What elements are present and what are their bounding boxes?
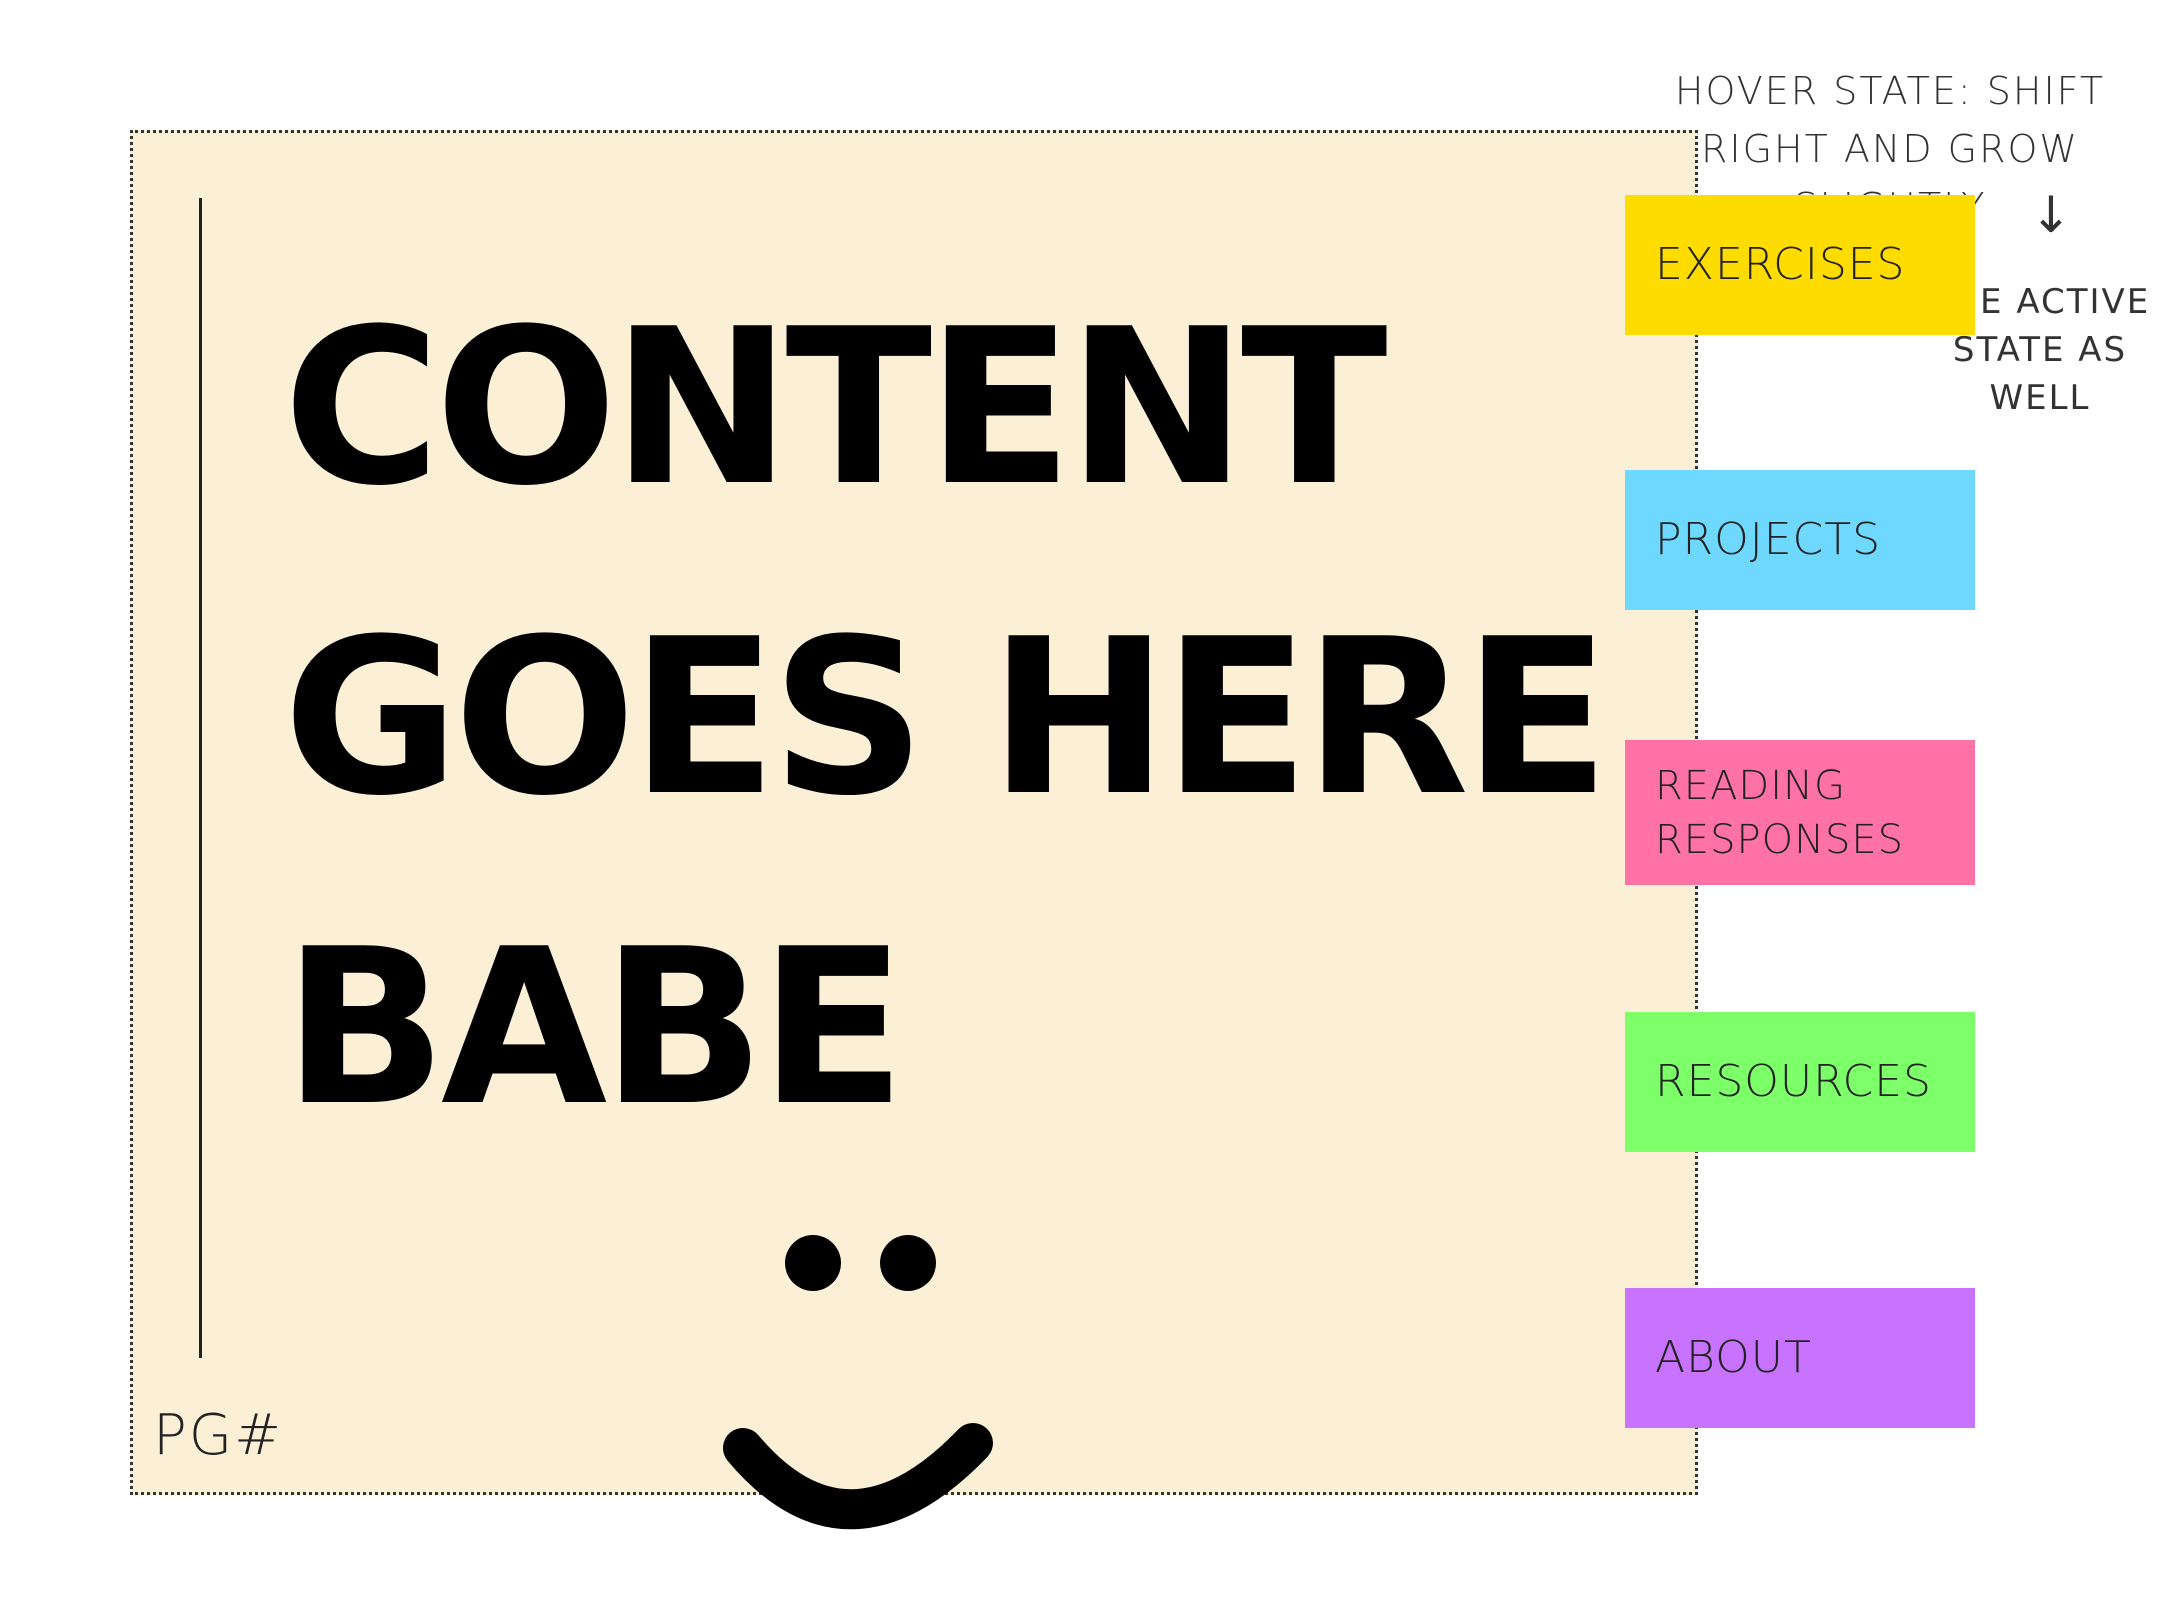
page-headline: CONTENT GOES HERE BABE <box>283 282 1610 1153</box>
content-page: CONTENT GOES HERE BABE PG# <box>130 130 1698 1530</box>
tab-exercises[interactable]: Exercises <box>1625 195 1975 335</box>
smiley-face-icon <box>723 1235 993 1530</box>
down-arrow-icon: ↓ <box>2030 186 2074 244</box>
tab-resources[interactable]: Resources <box>1625 1012 1975 1152</box>
tab-about[interactable]: About <box>1625 1288 1975 1428</box>
page-margin-line <box>199 198 202 1358</box>
page-number: PG# <box>153 1403 284 1468</box>
tab-reading-responses[interactable]: Reading Responses <box>1625 740 1975 885</box>
tab-projects[interactable]: Projects <box>1625 470 1975 610</box>
